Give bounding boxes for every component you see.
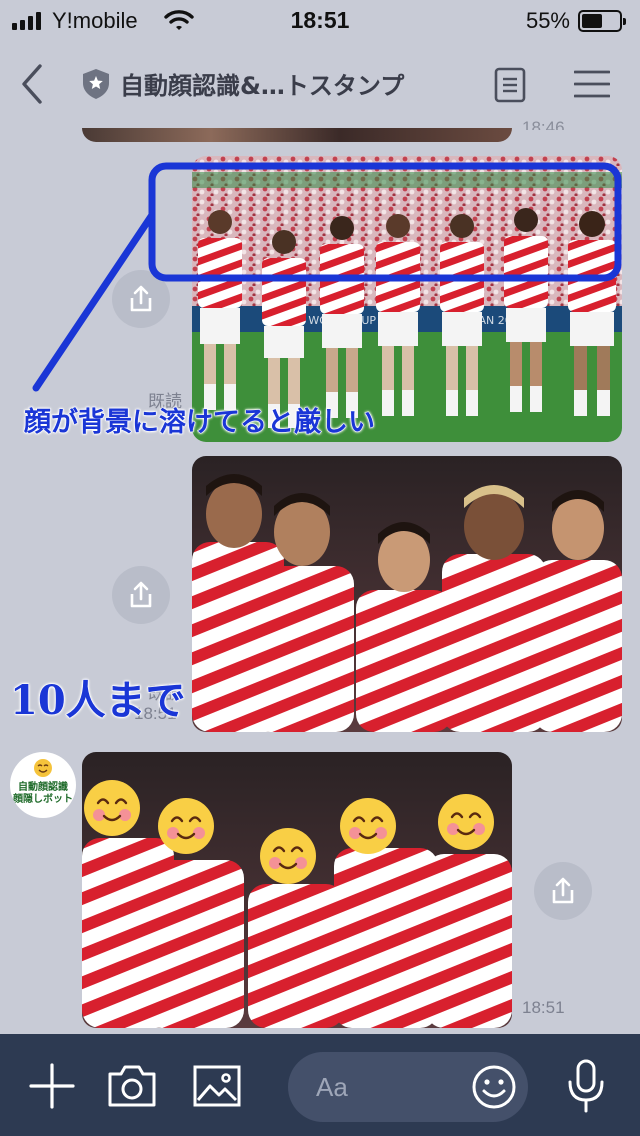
- message-input[interactable]: Aa: [288, 1052, 528, 1122]
- smiley-stamp: [436, 792, 496, 852]
- plus-icon[interactable]: [28, 1062, 76, 1110]
- microphone-icon[interactable]: [566, 1058, 606, 1114]
- smiley-icon: [34, 759, 52, 777]
- share-icon: [130, 581, 152, 608]
- sender-avatar[interactable]: 自動顔認識 顔隠しボット: [10, 752, 76, 818]
- share-button[interactable]: [534, 862, 592, 920]
- avatar-label: 顔隠しボット: [13, 794, 73, 805]
- message-time: 18:51: [522, 998, 565, 1017]
- photo-message-faces-hidden[interactable]: [82, 752, 512, 1028]
- message-input-bar: Aa: [0, 1034, 640, 1136]
- share-icon: [552, 877, 574, 904]
- message-input-placeholder: Aa: [316, 1072, 348, 1102]
- photo-message-players[interactable]: [192, 456, 622, 732]
- annotation-caption: 10人まで: [10, 677, 187, 725]
- annotation-highlight: [32, 162, 622, 392]
- share-button[interactable]: [112, 566, 170, 624]
- smiley-stamp: [258, 826, 318, 886]
- emoji-icon[interactable]: [470, 1063, 518, 1111]
- image-icon[interactable]: [192, 1064, 242, 1108]
- smiley-stamp: [338, 796, 398, 856]
- avatar-label: 自動顔認識: [18, 782, 68, 793]
- annotation-caption: 顔が背景に溶けてると厳しい: [24, 407, 376, 439]
- smiley-stamp: [82, 778, 142, 838]
- smiley-stamp: [156, 796, 216, 856]
- camera-icon[interactable]: [106, 1064, 158, 1108]
